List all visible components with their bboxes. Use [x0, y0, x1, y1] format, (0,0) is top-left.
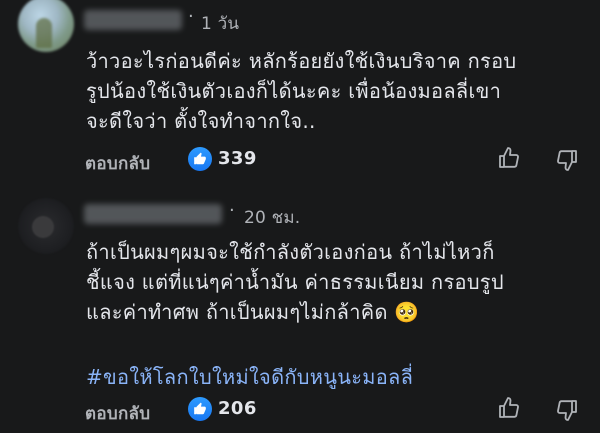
commenter-name-blurred[interactable] [84, 10, 182, 30]
comment-text: ว้าวอะไรก่อนดีค่ะ หลักร้อยยังใช้เงินบริจ… [86, 49, 517, 133]
thumbs-up-outline-icon[interactable] [497, 396, 521, 420]
avatar[interactable] [18, 198, 74, 254]
separator-dot: · [229, 200, 235, 221]
reply-button[interactable]: ตอบกลับ [85, 150, 150, 177]
thumbs-up-icon [188, 147, 212, 171]
like-count[interactable]: 339 [218, 148, 257, 169]
comment-1: · 1 วัน ว้าวอะไรก่อนดีค่ะ หลักร้อยยังใช้… [0, 0, 600, 190]
thumbs-down-outline-icon[interactable] [555, 148, 579, 172]
like-count[interactable]: 206 [218, 398, 257, 419]
commenter-name-blurred[interactable] [84, 204, 222, 224]
comment-timestamp[interactable]: 1 วัน [201, 10, 239, 37]
reply-button[interactable]: ตอบกลับ [85, 400, 150, 427]
thumbs-up-outline-icon[interactable] [497, 146, 521, 170]
separator-dot: · [188, 6, 194, 27]
avatar[interactable] [18, 0, 74, 52]
hashtag-link[interactable]: #ขอให้โลกใบใหม่ใจดีกับหนูนะมอลลี่ [86, 362, 413, 392]
thumbs-up-icon [188, 397, 212, 421]
comment-text: ถ้าเป็นผมๆผมจะใช้กำลังตัวเองก่อน ถ้าไม่ไ… [86, 240, 504, 324]
comment-timestamp[interactable]: 20 ชม. [244, 204, 300, 231]
comment-2: · 20 ชม. ถ้าเป็นผมๆผมจะใช้กำลังตัวเองก่อ… [0, 190, 600, 433]
thumbs-down-outline-icon[interactable] [555, 398, 579, 422]
